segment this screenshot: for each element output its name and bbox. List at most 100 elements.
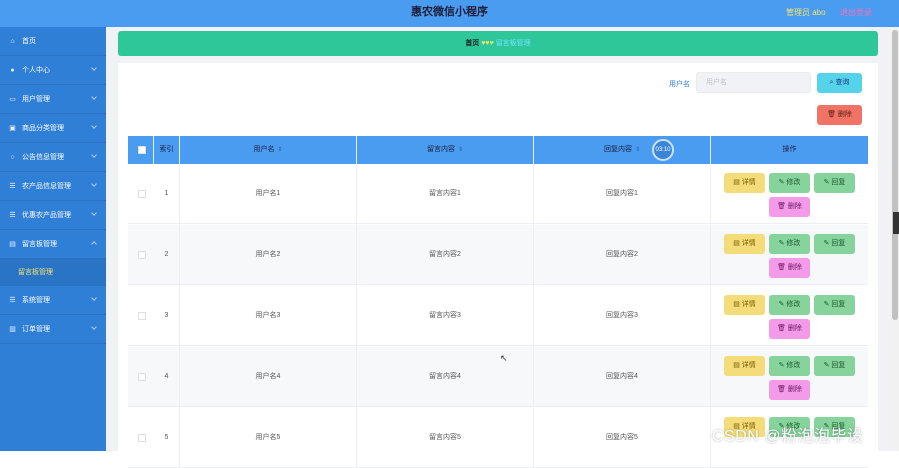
- row-checkbox[interactable]: [138, 251, 146, 259]
- users-icon: ▭: [9, 96, 16, 103]
- row-checkbox[interactable]: [138, 312, 146, 320]
- document-icon: ▤: [733, 179, 742, 186]
- notice-icon: ○: [10, 153, 15, 161]
- search-button-label: 查询: [835, 79, 850, 86]
- sidebar-item-label: 用户管理: [22, 96, 50, 103]
- main-content: 首页 ♥♥♥ 留言板管理 用户名 用户名 ⌕ 查询 🗑 删除 索引 用户名 ⇕ 留…: [106, 27, 891, 468]
- sidebar-item-messages[interactable]: ▤ 留言板管理: [0, 230, 106, 259]
- search-button[interactable]: ⌕ 查询: [817, 73, 862, 93]
- row-checkbox[interactable]: [138, 373, 146, 381]
- content-panel: 用户名 用户名 ⌕ 查询 🗑 删除 索引 用户名 ⇕ 留言内容 ⇕ 回复内容 ⇕ 03…: [118, 63, 878, 468]
- sort-icon[interactable]: ⇕: [277, 136, 282, 164]
- sidebar-item-category[interactable]: ▣ 商品分类管理: [0, 114, 106, 143]
- cell-username: 用户名5: [180, 408, 357, 468]
- cell-index: 2: [154, 225, 180, 285]
- sidebar-item-discount[interactable]: ☰ 优惠农产品管理: [0, 201, 106, 230]
- app-title: 惠农微信小程序: [411, 6, 488, 18]
- sidebar-item-orders[interactable]: ▥ 订单管理: [0, 315, 106, 344]
- list-icon: ☰: [9, 212, 16, 219]
- header-checkbox-cell: [128, 136, 154, 164]
- detail-label: 详情: [741, 362, 756, 369]
- cell-index: 4: [154, 347, 180, 407]
- edit-button[interactable]: ✎ 修改: [769, 234, 810, 254]
- table-header: 索引 用户名 ⇕ 留言内容 ⇕ 回复内容 ⇕ 03:10 操作: [128, 136, 868, 164]
- sidebar-item-users[interactable]: ▭ 用户管理: [0, 85, 106, 114]
- header-username-label: 用户名: [253, 146, 275, 153]
- delete-button[interactable]: 🗑 删除: [817, 105, 862, 125]
- detail-button[interactable]: ▤ 详情: [724, 234, 765, 254]
- header-index: 索引: [154, 136, 180, 164]
- row-checkbox[interactable]: [138, 190, 146, 198]
- cell-reply: 回复内容2: [534, 225, 711, 285]
- sidebar: ⌂ 首页 ● 个人中心 ▭ 用户管理 ▣ 商品分类管理 ○ 公告信息管理 ☰ 农…: [0, 27, 106, 451]
- detail-button[interactable]: ▤ 详情: [724, 356, 765, 376]
- row-delete-button[interactable]: 🗑 删除: [769, 258, 810, 278]
- edit-button[interactable]: ✎ 修改: [769, 173, 810, 193]
- detail-button[interactable]: ▤ 详情: [724, 295, 765, 315]
- top-header: 惠农微信小程序 管理员 abo 退出登录: [0, 0, 899, 27]
- trash-icon: 🗑: [827, 111, 838, 118]
- cell-username: 用户名4: [180, 347, 357, 407]
- chevron-up-icon: [91, 241, 97, 247]
- delete-label: 删除: [787, 325, 802, 332]
- edit-button[interactable]: ✎ 修改: [769, 295, 810, 315]
- breadcrumb-home[interactable]: 首页: [465, 40, 479, 47]
- cell-reply: 回复内容3: [534, 286, 711, 346]
- row-delete-button[interactable]: 🗑 删除: [769, 197, 810, 217]
- trash-icon: 🗑: [777, 264, 788, 271]
- sidebar-item-home[interactable]: ⌂ 首页: [0, 27, 106, 56]
- detail-button[interactable]: ▤ 详情: [724, 173, 765, 193]
- cell-reply: 回复内容1: [534, 164, 711, 224]
- cell-index: 3: [154, 286, 180, 346]
- row-delete-button[interactable]: 🗑 删除: [769, 319, 810, 339]
- delete-label: 删除: [787, 264, 802, 271]
- sidebar-item-label: 公告信息管理: [22, 154, 64, 161]
- category-icon: ▣: [9, 125, 16, 132]
- row-checkbox[interactable]: [138, 434, 146, 442]
- heart-separator-icon: ♥♥♥: [481, 40, 494, 47]
- search-input[interactable]: 用户名: [696, 72, 811, 93]
- reply-label: 回复: [831, 179, 846, 186]
- sidebar-item-label: 首页: [22, 38, 36, 45]
- sidebar-item-label: 农产品信息管理: [22, 183, 71, 190]
- sidebar-item-label: 个人中心: [22, 67, 50, 74]
- sort-icon[interactable]: ⇕: [458, 136, 463, 164]
- sidebar-item-profile[interactable]: ● 个人中心: [0, 56, 106, 85]
- sidebar-item-label: 订单管理: [22, 326, 50, 333]
- chevron-down-icon: [91, 210, 97, 216]
- header-username[interactable]: 用户名 ⇕: [180, 136, 357, 164]
- logout-link[interactable]: 退出登录: [840, 7, 872, 18]
- reply-label: 回复: [831, 301, 846, 308]
- sidebar-item-notice[interactable]: ○ 公告信息管理: [0, 143, 106, 172]
- scrollbar-thumb[interactable]: [892, 30, 898, 320]
- row-delete-button[interactable]: 🗑 删除: [769, 380, 810, 400]
- header-message[interactable]: 留言内容 ⇕: [357, 136, 534, 164]
- cell-username: 用户名2: [180, 225, 357, 285]
- reply-button[interactable]: ✎ 回复: [814, 356, 855, 376]
- reply-button[interactable]: ✎ 回复: [814, 173, 855, 193]
- sidebar-subitem-messages[interactable]: 留言板管理: [0, 259, 106, 286]
- side-tab[interactable]: [893, 212, 899, 234]
- sidebar-item-label: 留言板管理: [22, 241, 57, 248]
- edit-label: 修改: [786, 240, 801, 247]
- sort-icon[interactable]: ⇕: [635, 136, 640, 164]
- order-icon: ▥: [9, 326, 16, 333]
- delete-label: 删除: [787, 386, 802, 393]
- chevron-down-icon: [91, 94, 97, 100]
- sidebar-item-products[interactable]: ☰ 农产品信息管理: [0, 172, 106, 201]
- edit-label: 修改: [786, 179, 801, 186]
- sidebar-item-system[interactable]: ☰ 系统管理: [0, 286, 106, 315]
- document-icon: ▤: [733, 301, 742, 308]
- reply-button[interactable]: ✎ 回复: [814, 295, 855, 315]
- header-reply[interactable]: 回复内容 ⇕: [534, 136, 711, 164]
- watermark: CSDN @粉泡泡毕设: [712, 428, 864, 445]
- cell-index: 5: [154, 408, 180, 468]
- select-all-checkbox[interactable]: [138, 146, 146, 154]
- edit-button[interactable]: ✎ 修改: [769, 356, 810, 376]
- chevron-down-icon: [91, 324, 97, 330]
- reply-button[interactable]: ✎ 回复: [814, 234, 855, 254]
- home-icon: ⌂: [10, 37, 15, 45]
- chevron-down-icon: [91, 181, 97, 187]
- chevron-down-icon: [91, 65, 97, 71]
- cell-reply: 回复内容5: [534, 408, 711, 468]
